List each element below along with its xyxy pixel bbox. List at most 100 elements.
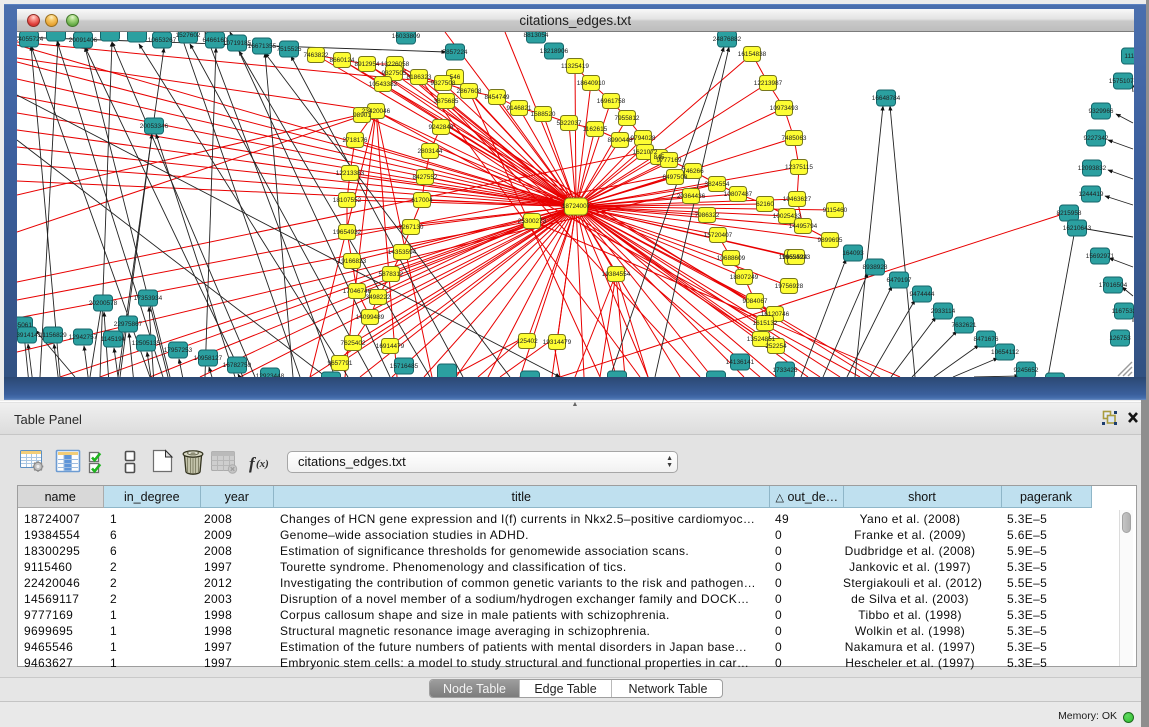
svg-text:18107552: 18107552 — [333, 197, 362, 204]
svg-text:18640910: 18640910 — [577, 80, 606, 87]
svg-text:19166823: 19166823 — [338, 258, 367, 265]
svg-text:6497508: 6497508 — [663, 174, 688, 181]
svg-text:14495794: 14495794 — [789, 223, 818, 230]
svg-text:7632621: 7632621 — [952, 322, 977, 329]
svg-text:9242848: 9242848 — [429, 124, 454, 131]
svg-text:1162615: 1162615 — [583, 126, 608, 133]
svg-text:14055724: 14055724 — [17, 36, 44, 43]
svg-text:17016504: 17016504 — [1099, 282, 1128, 289]
svg-text:1244419: 1244419 — [1079, 191, 1104, 198]
svg-text:98901: 98901 — [353, 112, 371, 119]
svg-text:19314479: 19314479 — [543, 339, 572, 346]
svg-text:10653267: 10653267 — [148, 37, 177, 44]
svg-text:16961758: 16961758 — [597, 98, 626, 105]
svg-text:15751074: 15751074 — [1109, 78, 1134, 85]
svg-text:16120746: 16120746 — [761, 311, 790, 318]
svg-text:2867608: 2867608 — [457, 88, 482, 95]
svg-text:18807249: 18807249 — [730, 274, 759, 281]
svg-text:10807487: 10807487 — [724, 191, 753, 198]
svg-text:2933114: 2933114 — [931, 308, 956, 315]
svg-text:11156829: 11156829 — [39, 332, 67, 339]
svg-text:14099489: 14099489 — [356, 314, 385, 321]
svg-text:20053346: 20053346 — [140, 123, 169, 130]
svg-text:164093: 164093 — [842, 250, 864, 257]
svg-text:1145194: 1145194 — [101, 336, 126, 343]
svg-text:2803144: 2803144 — [418, 148, 443, 155]
svg-text:7485063: 7485063 — [782, 135, 807, 142]
svg-text:20091406: 20091406 — [69, 37, 98, 44]
svg-text:10688609: 10688609 — [717, 255, 746, 262]
svg-text:12213987: 12213987 — [754, 80, 783, 87]
svg-text:12093832: 12093832 — [1078, 165, 1107, 172]
svg-text:17353934: 17353934 — [134, 295, 163, 302]
svg-text:8471676: 8471676 — [974, 336, 999, 343]
svg-text:617004: 617004 — [411, 197, 433, 204]
svg-text:9777169: 9777169 — [657, 157, 682, 164]
svg-text:9327505: 9327505 — [382, 70, 407, 77]
svg-text:22975867: 22975867 — [114, 321, 143, 328]
svg-text:13218906: 13218906 — [540, 48, 569, 55]
svg-text:16671355: 16671355 — [248, 43, 277, 50]
svg-text:12505135: 12505135 — [132, 340, 161, 347]
svg-text:7515525: 7515525 — [277, 46, 302, 53]
svg-text:85061: 85061 — [17, 322, 32, 329]
svg-text:252254: 252254 — [765, 343, 787, 350]
svg-text:10025433: 10025433 — [773, 213, 802, 220]
svg-text:5878312: 5878312 — [379, 271, 404, 278]
svg-text:8912954: 8912954 — [355, 61, 380, 68]
svg-text:16914479: 16914479 — [376, 343, 405, 350]
svg-text:1588520: 1588520 — [531, 111, 556, 118]
svg-text:19756928: 19756928 — [775, 283, 804, 290]
svg-text:3267130: 3267130 — [399, 224, 424, 231]
svg-text:9329966: 9329966 — [1089, 108, 1114, 115]
svg-text:125402: 125402 — [516, 338, 538, 345]
svg-text:6479197: 6479197 — [887, 277, 912, 284]
svg-text:15716485: 15716485 — [390, 363, 419, 370]
svg-text:9084067: 9084067 — [743, 298, 768, 305]
svg-text:1527602: 1527602 — [176, 32, 201, 39]
svg-text:13914141: 13914141 — [17, 332, 42, 339]
svg-text:1117: 1117 — [1124, 53, 1133, 60]
svg-text:8813054: 8813054 — [524, 32, 549, 39]
svg-text:8454749: 8454749 — [485, 94, 510, 101]
svg-text:7986322: 7986322 — [695, 212, 720, 219]
svg-text:16210643: 16210643 — [1063, 225, 1092, 232]
svg-text:19384554: 19384554 — [602, 271, 631, 278]
svg-text:13226058: 13226058 — [381, 61, 410, 68]
svg-text:12375115: 12375115 — [785, 164, 813, 171]
svg-text:7857224: 7857224 — [443, 49, 468, 56]
svg-text:3824554: 3824554 — [705, 181, 730, 188]
svg-text:1167533: 1167533 — [1112, 308, 1134, 315]
svg-text:15720407: 15720407 — [704, 232, 733, 239]
svg-text:19463627: 19463627 — [783, 196, 812, 203]
svg-text:62160: 62160 — [756, 201, 774, 208]
svg-text:3498222: 3498222 — [366, 294, 391, 301]
svg-text:7625402: 7625402 — [341, 340, 366, 347]
svg-text:20200578: 20200578 — [89, 300, 118, 307]
svg-text:9657791: 9657791 — [328, 360, 353, 367]
svg-text:10654112: 10654112 — [991, 349, 1019, 356]
svg-text:11325419: 11325419 — [561, 63, 589, 70]
svg-text:10973493: 10973493 — [770, 105, 799, 112]
svg-text:19654923: 19654923 — [782, 254, 811, 261]
svg-text:13524851: 13524851 — [747, 336, 776, 343]
svg-text:12213383: 12213383 — [336, 170, 365, 177]
svg-text:17957253: 17957253 — [164, 347, 193, 354]
svg-text:8186323: 8186323 — [407, 74, 432, 81]
svg-text:24876882: 24876882 — [713, 36, 742, 43]
svg-text:10543382: 10543382 — [369, 81, 398, 88]
svg-text:15692971: 15692971 — [1086, 253, 1115, 260]
svg-text:8215958: 8215958 — [1057, 210, 1082, 217]
svg-text:19654932: 19654932 — [333, 229, 362, 236]
svg-text:7463822: 7463822 — [304, 52, 329, 59]
svg-text:8938928: 8938928 — [863, 264, 888, 271]
svg-text:2718176: 2718176 — [343, 137, 368, 144]
svg-text:9146821: 9146821 — [507, 105, 532, 112]
svg-text:9227342: 9227342 — [1084, 135, 1109, 142]
svg-text:(x): (x) — [256, 458, 269, 470]
svg-text:12942757: 12942757 — [69, 334, 98, 341]
svg-text:20364436: 20364436 — [677, 193, 706, 200]
svg-text:9474444: 9474444 — [910, 291, 935, 298]
svg-text:25300273: 25300273 — [518, 218, 547, 225]
svg-text:16154838: 16154838 — [738, 51, 767, 58]
